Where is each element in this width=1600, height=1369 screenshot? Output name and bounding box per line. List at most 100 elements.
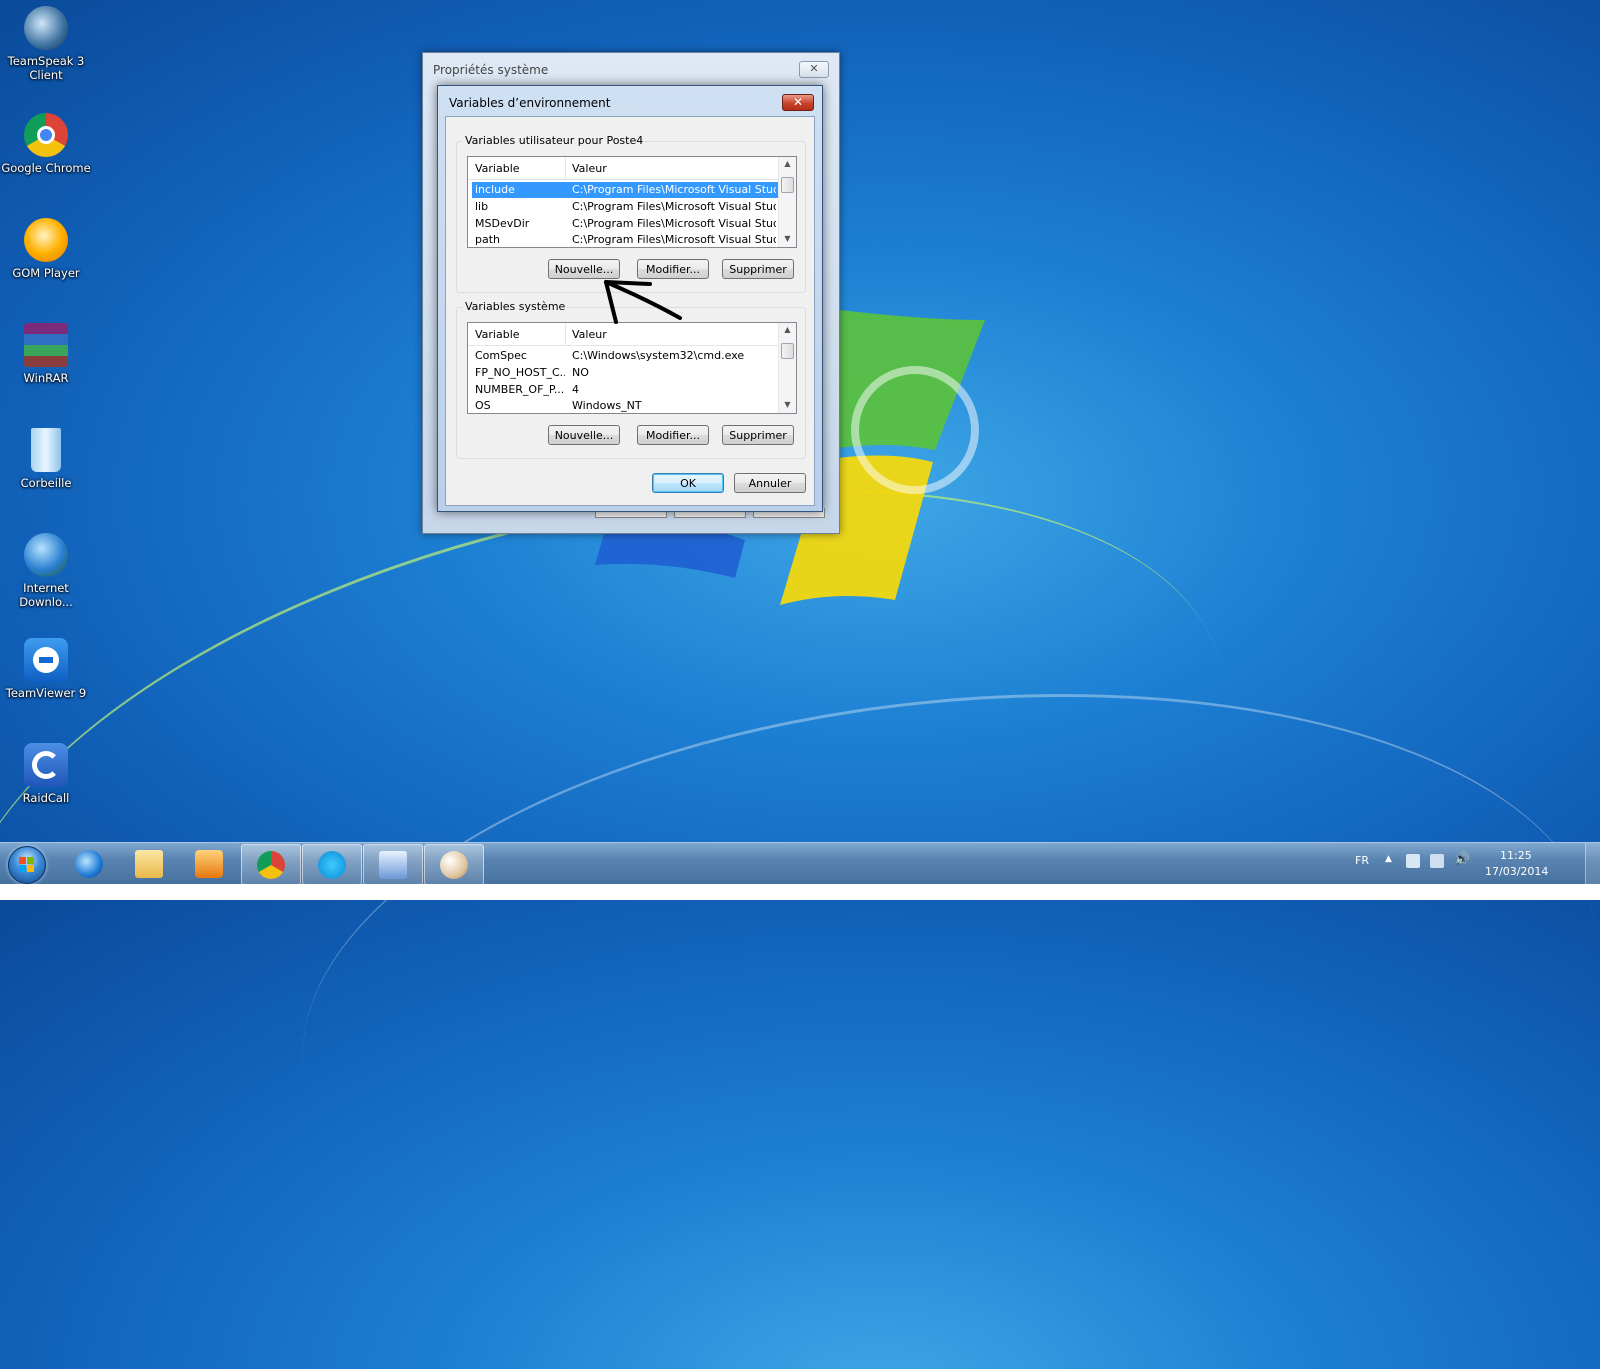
variable-name: OS (475, 399, 491, 412)
group-legend: Variables utilisateur pour Poste4 (463, 134, 646, 147)
system-delete-button[interactable]: Supprimer (722, 425, 794, 445)
desktop-icon-label: TeamSpeak 3 Client (7, 54, 85, 82)
close-button[interactable]: ✕ (799, 61, 829, 78)
network-icon[interactable] (1430, 854, 1444, 868)
taskbar-remote-desktop[interactable] (363, 844, 423, 885)
desktop-icon-label: RaidCall (22, 791, 70, 805)
scroll-up-icon[interactable]: ▲ (779, 323, 796, 337)
variable-value: C:\Program Files\Microsoft Visual Studio… (572, 217, 776, 230)
variable-name: include (475, 183, 515, 196)
vertical-scrollbar[interactable]: ▲ ▼ (778, 323, 796, 413)
screen-bottom-margin (0, 884, 1600, 900)
scroll-thumb[interactable] (781, 343, 794, 359)
desktop-icon-label: TeamViewer 9 (5, 686, 87, 700)
desktop-icon-google-chrome[interactable]: Google Chrome (0, 113, 92, 175)
window-title: Propriétés système (433, 63, 549, 77)
list-item[interactable]: lib C:\Program Files\Microsoft Visual St… (472, 199, 778, 215)
desktop-icon-internet-download[interactable]: Internet Downlo... (0, 533, 92, 609)
scroll-thumb[interactable] (781, 177, 794, 193)
variable-name: ComSpec (475, 349, 527, 362)
taskbar-skype[interactable] (302, 844, 362, 885)
variable-name: path (475, 233, 501, 246)
teamspeak-icon (24, 6, 68, 50)
show-hidden-icons-icon[interactable]: ▲ (1385, 854, 1392, 864)
user-variables-list[interactable]: Variable Valeur include C:\Program Files… (467, 156, 797, 248)
variable-value: C:\Windows\system32\cmd.exe (572, 349, 745, 362)
vertical-scrollbar[interactable]: ▲ ▼ (778, 157, 796, 247)
cancel-button[interactable]: Annuler (734, 473, 806, 493)
column-header-value[interactable]: Valeur (572, 328, 607, 341)
media-player-icon (195, 850, 223, 878)
internet-explorer-icon (75, 850, 103, 878)
scroll-up-icon[interactable]: ▲ (779, 157, 796, 171)
dialog-title: Variables d’environnement (449, 96, 611, 110)
language-indicator[interactable]: FR (1355, 854, 1369, 867)
variable-value: C:\Program Files\Microsoft Visual Studio… (572, 233, 776, 246)
variable-value: NO (572, 366, 589, 379)
system-variables-group: Variables système Variable Valeur ComSpe… (456, 300, 806, 459)
system-variables-list[interactable]: Variable Valeur ComSpec C:\Windows\syste… (467, 322, 797, 414)
list-item[interactable]: FP_NO_HOST_C... NO (472, 365, 778, 381)
start-button[interactable] (8, 846, 46, 884)
desktop-icon-gom-player[interactable]: GOM Player (0, 218, 92, 280)
column-header-value[interactable]: Valeur (572, 162, 607, 175)
user-edit-button[interactable]: Modifier... (637, 259, 709, 279)
desktop-icon-teamspeak[interactable]: TeamSpeak 3 Client (0, 6, 92, 82)
list-header: Variable Valeur (468, 157, 778, 180)
desktop-icon-label: GOM Player (12, 266, 80, 280)
close-button[interactable]: ✕ (782, 94, 814, 111)
list-item[interactable]: include C:\Program Files\Microsoft Visua… (472, 182, 778, 198)
action-center-icon[interactable] (1406, 854, 1420, 868)
list-item[interactable]: path C:\Program Files\Microsoft Visual S… (472, 232, 778, 247)
internet-download-manager-icon (24, 533, 68, 577)
close-icon: ✕ (792, 95, 804, 109)
environment-variables-dialog: Variables d’environnement ✕ Variables ut… (437, 85, 823, 512)
skype-icon (318, 851, 346, 879)
taskbar-media-player[interactable] (180, 844, 238, 883)
user-new-button[interactable]: Nouvelle... (548, 259, 620, 279)
taskbar: FR ▲ 🔊 11:25 17/03/2014 (0, 842, 1600, 885)
list-item[interactable]: NUMBER_OF_P... 4 (472, 382, 778, 398)
scroll-down-icon[interactable]: ▼ (779, 232, 796, 246)
desktop-icon-label: Google Chrome (1, 161, 91, 175)
desktop-icon-corbeille[interactable]: Corbeille (0, 428, 92, 490)
variable-value: 4 (572, 383, 579, 396)
desktop-icon-teamviewer[interactable]: TeamViewer 9 (0, 638, 92, 700)
column-header-variable[interactable]: Variable (475, 328, 520, 341)
desktop-icon-label: WinRAR (23, 371, 69, 385)
close-icon: ✕ (809, 62, 819, 75)
dialog-client-area: Variables utilisateur pour Poste4 Variab… (445, 116, 815, 506)
show-desktop-button[interactable] (1585, 843, 1600, 885)
taskbar-windows-explorer[interactable] (120, 844, 178, 883)
scroll-down-icon[interactable]: ▼ (779, 398, 796, 412)
desktop-icon-label: Corbeille (20, 476, 72, 490)
variable-name: NUMBER_OF_P... (475, 383, 565, 396)
list-item[interactable]: ComSpec C:\Windows\system32\cmd.exe (472, 348, 778, 364)
desktop-icon-label: Internet Downlo... (19, 581, 73, 609)
variable-value: Windows_NT (572, 399, 642, 412)
ok-button[interactable]: OK (652, 473, 724, 493)
desktop-icon-raidcall[interactable]: RaidCall (0, 743, 92, 805)
desktop-icon-winrar[interactable]: WinRAR (0, 323, 92, 385)
wallpaper-swoosh (272, 633, 1600, 1369)
list-item[interactable]: MSDevDir C:\Program Files\Microsoft Visu… (472, 216, 778, 232)
taskbar-chrome[interactable] (241, 844, 301, 885)
variable-name: lib (475, 200, 489, 213)
windows-flag-icon (19, 857, 34, 872)
system-edit-button[interactable]: Modifier... (637, 425, 709, 445)
system-new-button[interactable]: Nouvelle... (548, 425, 620, 445)
group-legend: Variables système (463, 300, 568, 313)
column-header-variable[interactable]: Variable (475, 162, 520, 175)
taskbar-paint[interactable] (424, 844, 484, 885)
clock-date[interactable]: 17/03/2014 (1485, 865, 1548, 878)
clock-time[interactable]: 11:25 (1500, 849, 1532, 862)
list-item[interactable]: OS Windows_NT (472, 398, 778, 413)
volume-icon[interactable]: 🔊 (1454, 852, 1470, 867)
taskbar-internet-explorer[interactable] (60, 844, 118, 883)
teamviewer-icon (24, 638, 68, 682)
gom-player-icon (24, 218, 68, 262)
user-variables-group: Variables utilisateur pour Poste4 Variab… (456, 134, 806, 293)
winrar-icon (24, 323, 68, 367)
user-delete-button[interactable]: Supprimer (722, 259, 794, 279)
raidcall-icon (24, 743, 68, 787)
